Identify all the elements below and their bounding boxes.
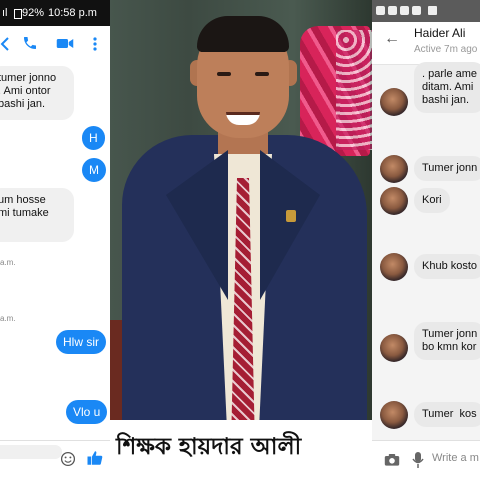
camera-icon[interactable] <box>384 453 400 467</box>
portrait-photo: শিক্ষক হায়দার আলী <box>110 0 372 480</box>
active-status: Active 7m ago <box>414 44 478 55</box>
contact-avatar[interactable] <box>380 334 408 362</box>
received-message: Tumer kos <box>414 402 480 427</box>
received-message: Kori <box>414 188 450 213</box>
message-list: tumer jonno . Ami ontor bashi jan. H M u… <box>0 62 110 440</box>
notification-icon <box>400 6 409 15</box>
received-message: Khub kosto <box>414 254 480 279</box>
signal-icon: ıl <box>2 7 8 19</box>
received-message: tumer jonno . Ami ontor bashi jan. <box>0 66 74 120</box>
photo-caption: শিক্ষক হায়দার আলী <box>116 434 302 460</box>
contact-avatar[interactable] <box>380 155 408 183</box>
contact-name[interactable]: Haider Ali <box>414 26 465 40</box>
notification-icon <box>376 6 385 15</box>
message-timestamp: a.m. <box>0 258 16 267</box>
partial-message <box>0 445 62 459</box>
sent-message: Hlw sir <box>56 330 106 354</box>
clock: 10:58 p.m <box>48 7 97 19</box>
contact-avatar[interactable] <box>380 88 408 116</box>
status-bar: ıl 92% 10:58 p.m <box>0 0 110 26</box>
received-message: Tumer jonn bo kmn kor <box>414 322 480 360</box>
received-message: um hosse mi tumake <box>0 188 74 242</box>
eye <box>255 72 269 76</box>
sent-message: H <box>82 126 105 150</box>
phone-call-icon[interactable] <box>22 35 38 51</box>
like-thumb-icon[interactable] <box>86 449 104 467</box>
received-message: . parle ame ditam. Ami bashi jan. <box>414 62 480 113</box>
emoji-icon[interactable] <box>60 451 76 467</box>
lapel-pin <box>286 210 296 222</box>
microphone-icon[interactable] <box>412 451 424 469</box>
image-notification-icon <box>428 6 437 15</box>
chat-toolbar <box>0 26 110 63</box>
composer-bar <box>0 440 110 480</box>
notification-icon <box>388 6 397 15</box>
eye <box>217 72 231 76</box>
right-chat-screenshot: ← Haider Ali Active 7m ago . parle ame d… <box>372 0 480 480</box>
status-bar <box>372 0 480 22</box>
hair <box>197 16 289 52</box>
back-chevron-icon[interactable] <box>0 36 10 52</box>
sent-message: M <box>82 158 106 182</box>
more-options-icon[interactable] <box>92 36 98 52</box>
contact-avatar[interactable] <box>380 253 408 281</box>
contact-avatar[interactable] <box>380 187 408 215</box>
received-message: Tumer jonn <box>414 156 480 181</box>
curtain-pattern <box>336 30 372 150</box>
battery-icon <box>14 9 22 19</box>
sent-message: Vlo u <box>66 400 108 424</box>
video-call-icon[interactable] <box>56 37 74 50</box>
back-arrow-icon[interactable]: ← <box>384 30 400 48</box>
battery-level: 92% <box>22 7 45 19</box>
message-timestamp: a.m. <box>0 314 16 323</box>
message-input[interactable]: Write a m <box>432 452 479 464</box>
notification-icon <box>412 6 421 15</box>
contact-avatar[interactable] <box>380 401 408 429</box>
left-chat-screenshot: ıl 92% 10:58 p.m tumer jonno . Ami ontor… <box>0 0 110 480</box>
